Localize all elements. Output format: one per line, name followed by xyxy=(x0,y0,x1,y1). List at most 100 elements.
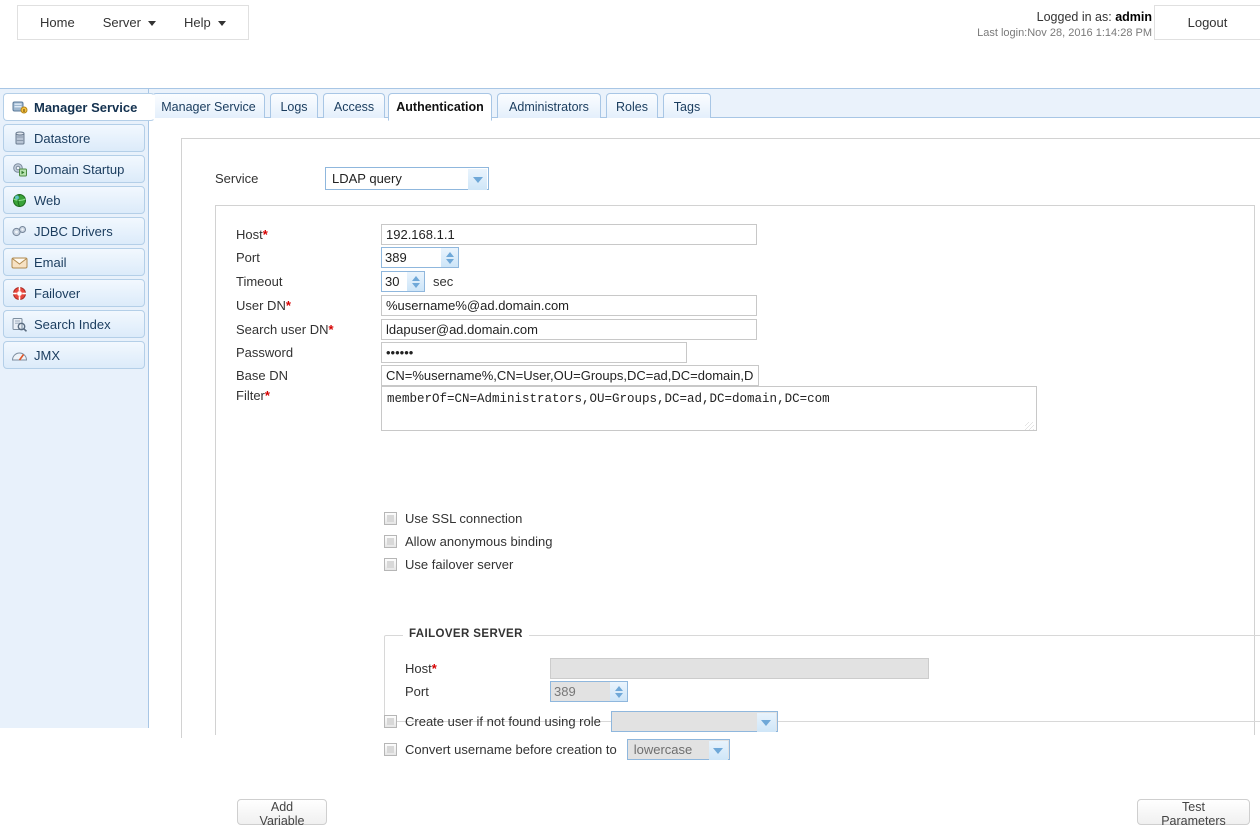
main-nav: Home Server Help xyxy=(17,5,249,40)
service-label: Service xyxy=(215,171,259,186)
required-marker: * xyxy=(264,388,270,403)
tab-access[interactable]: Access xyxy=(323,93,385,120)
jmx-icon xyxy=(11,347,28,363)
password-input[interactable] xyxy=(381,342,687,363)
sidebar-item-domain-startup[interactable]: Domain Startup xyxy=(3,155,145,183)
failover-port-label: Port xyxy=(405,684,429,699)
failover-host-label: Host* xyxy=(405,661,437,676)
last-login: Last login:Nov 28, 2016 1:14:28 PM xyxy=(977,26,1152,39)
convert-username-checkbox[interactable] xyxy=(384,743,397,756)
filter-textarea-wrap: memberOf=CN=Administrators,OU=Groups,DC=… xyxy=(381,386,1037,434)
user-dn-input[interactable] xyxy=(381,295,757,316)
chevron-down-icon xyxy=(708,741,728,760)
sidebar-item-datastore[interactable]: Datastore xyxy=(3,124,145,152)
failover-server-fieldset: FAILOVER SERVER Host* Port xyxy=(384,628,1260,722)
datastore-icon xyxy=(11,130,28,146)
failover-host-input[interactable] xyxy=(550,658,929,679)
filter-textarea[interactable]: memberOf=CN=Administrators,OU=Groups,DC=… xyxy=(381,386,1037,431)
test-parameters-button[interactable]: Test Parameters xyxy=(1137,799,1250,828)
add-variable-button[interactable]: Add Variable xyxy=(237,799,327,828)
allow-anonymous-binding-checkbox[interactable] xyxy=(384,535,397,548)
required-marker: * xyxy=(328,322,334,337)
stepper-arrows-icon[interactable] xyxy=(610,682,627,701)
convert-username-value: lowercase xyxy=(633,742,693,757)
login-info: Logged in as: admin Last login:Nov 28, 2… xyxy=(977,9,1152,41)
service-select-value: LDAP query xyxy=(332,171,402,186)
failover-port-stepper[interactable] xyxy=(550,681,628,702)
sidebar-item-label: Failover xyxy=(34,285,81,301)
failover-port-row: Port xyxy=(405,681,628,702)
password-label: Password xyxy=(236,345,294,360)
failover-port-input[interactable] xyxy=(551,682,610,701)
tab-administrators[interactable]: Administrators xyxy=(497,93,601,120)
base-dn-label: Base DN xyxy=(236,368,289,383)
user-dn-row: User DN* xyxy=(236,295,757,316)
tab-authentication[interactable]: Authentication xyxy=(388,93,492,121)
sidebar-item-jdbc-drivers[interactable]: JDBC Drivers xyxy=(3,217,145,245)
tab-tags[interactable]: Tags xyxy=(663,93,711,120)
tab-manager-service[interactable]: Manager Service xyxy=(152,93,265,120)
sidebar: Manager Service Datastore Domain Startup… xyxy=(0,88,155,728)
allow-anonymous-binding-row[interactable]: Allow anonymous binding xyxy=(384,534,552,549)
nav-item-home[interactable]: Home xyxy=(18,6,89,39)
host-input[interactable] xyxy=(381,224,757,245)
use-ssl-checkbox[interactable] xyxy=(384,512,397,525)
nav-item-label: Server xyxy=(102,15,141,30)
port-row: Port xyxy=(236,247,459,268)
tab-logs[interactable]: Logs xyxy=(270,93,318,120)
create-user-row[interactable]: Create user if not found using role xyxy=(384,711,778,732)
create-user-checkbox[interactable] xyxy=(384,715,397,728)
sidebar-item-email[interactable]: Email xyxy=(3,248,145,276)
search-user-dn-input[interactable] xyxy=(381,319,757,340)
port-label: Port xyxy=(236,250,260,265)
timeout-unit-label: sec xyxy=(433,274,454,289)
logged-in-username: admin xyxy=(1115,10,1152,24)
timeout-stepper[interactable] xyxy=(381,271,425,292)
sidebar-item-manager-service[interactable]: Manager Service xyxy=(3,93,155,121)
tab-label: Administrators xyxy=(509,100,589,114)
authentication-panel: Service LDAP query Host* Port xyxy=(181,138,1260,828)
tab-roles[interactable]: Roles xyxy=(606,93,658,120)
nav-item-help[interactable]: Help xyxy=(170,6,240,39)
sidebar-item-jmx[interactable]: JMX xyxy=(3,341,145,369)
tab-label: Logs xyxy=(280,100,308,114)
convert-username-select[interactable]: lowercase xyxy=(626,739,730,760)
chevron-down-icon xyxy=(756,713,776,732)
service-select[interactable]: LDAP query xyxy=(325,167,489,190)
sidebar-item-failover[interactable]: Failover xyxy=(3,279,145,307)
failover-server-legend: FAILOVER SERVER xyxy=(403,628,529,640)
use-ssl-row[interactable]: Use SSL connection xyxy=(384,511,522,526)
timeout-input[interactable] xyxy=(382,272,407,291)
required-marker: * xyxy=(431,661,437,676)
use-failover-server-checkbox[interactable] xyxy=(384,558,397,571)
chevron-down-icon xyxy=(147,21,156,26)
port-input[interactable] xyxy=(382,248,441,267)
tab-label: Tags xyxy=(673,100,701,114)
nav-item-label: Help xyxy=(183,15,211,30)
convert-username-row[interactable]: Convert username before creation to lowe… xyxy=(384,739,730,760)
logged-in-as: Logged in as: admin xyxy=(977,9,1152,26)
user-dn-label: User DN* xyxy=(236,298,291,313)
host-label: Host* xyxy=(236,227,268,242)
stepper-arrows-icon[interactable] xyxy=(407,272,424,291)
create-user-role-select[interactable] xyxy=(610,711,778,732)
nav-item-server[interactable]: Server xyxy=(89,6,170,39)
port-stepper[interactable] xyxy=(381,247,459,268)
search-user-dn-label: Search user DN* xyxy=(236,322,334,337)
chevron-down-icon xyxy=(468,169,487,190)
sidebar-item-web[interactable]: Web xyxy=(3,186,145,214)
filter-label: Filter* xyxy=(236,388,270,403)
required-marker: * xyxy=(262,227,268,242)
sidebar-item-label: Manager Service xyxy=(34,99,138,115)
use-failover-server-label: Use failover server xyxy=(405,557,514,572)
allow-anonymous-binding-label: Allow anonymous binding xyxy=(405,534,553,549)
logout-button[interactable]: Logout xyxy=(1154,5,1260,40)
use-failover-server-row[interactable]: Use failover server xyxy=(384,557,513,572)
content-area: Service LDAP query Host* Port xyxy=(149,118,1260,828)
sidebar-item-search-index[interactable]: Search Index xyxy=(3,310,145,338)
tab-label: Manager Service xyxy=(161,100,256,114)
base-dn-input[interactable] xyxy=(381,365,759,386)
sidebar-item-label: Web xyxy=(34,192,61,208)
stepper-arrows-icon[interactable] xyxy=(441,248,458,267)
logged-in-prefix: Logged in as: xyxy=(1036,10,1116,24)
